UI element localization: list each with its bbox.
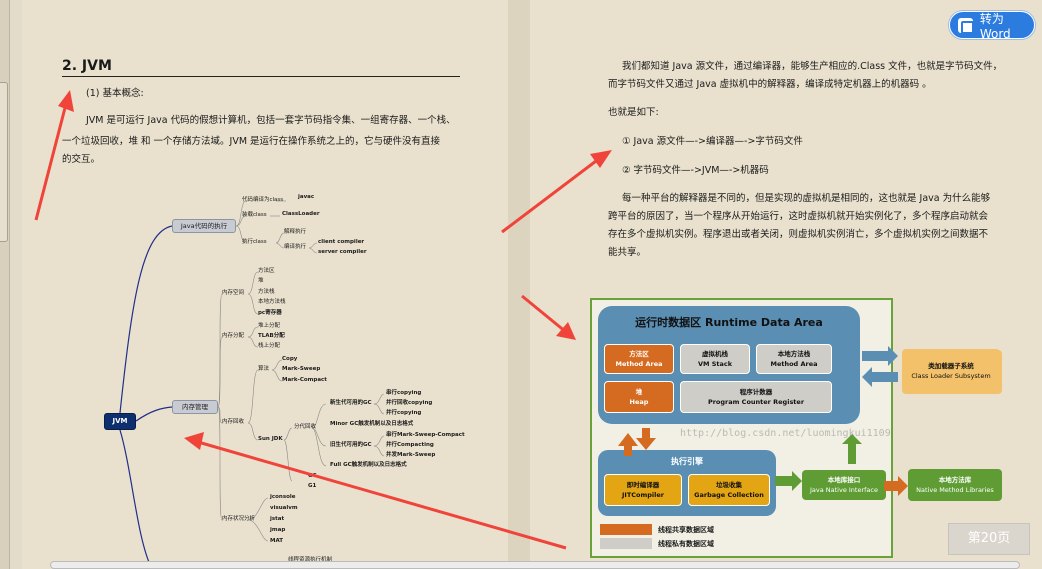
mm-leaf: 方法区: [258, 268, 275, 274]
mm-leaf: 解释执行: [284, 229, 307, 235]
word-icon: [958, 17, 974, 34]
mm-label: 新生代可用的GC: [330, 400, 372, 406]
arrow-down-orange: [636, 428, 656, 450]
mindmap-connectors: [119, 200, 385, 569]
convert-to-word-label: 转为Word: [979, 11, 1011, 41]
mm-label: 内存状况分析: [222, 516, 256, 522]
mm-leaf: 栈上分配: [258, 343, 281, 349]
mm-label: 内存回收: [222, 419, 245, 425]
mm-leaf: Copy: [282, 356, 298, 362]
mm-leaf: 本地方法栈: [258, 299, 286, 305]
mm-leaf: javac: [298, 194, 315, 200]
blog-watermark: http://blog.csdn.net/luomingkui1109: [680, 428, 891, 439]
jvm-mindmap: JVM Java代码的执行 内存管理 代码编译为class 装载class 执行…: [22, 0, 508, 569]
convert-to-word-button[interactable]: 转为Word: [949, 11, 1035, 41]
arrow-left-from-loader: [862, 367, 898, 387]
mm-leaf: client compiler: [318, 239, 365, 245]
mm-leaf: ClassLoader: [282, 211, 320, 217]
mm-leaf: MAT: [270, 538, 284, 544]
mm-label: 分代回收: [294, 424, 317, 430]
arrow-up-orange: [618, 433, 638, 456]
right-document-page: 我们都知道 Java 源文件，通过编译器，能够生产相应的.Class 文件，也就…: [530, 0, 1042, 569]
mm-label: Sun JDK: [258, 436, 283, 442]
mm-leaf: 串行copying: [386, 390, 422, 396]
mm-label: 内存空间: [222, 290, 245, 296]
sidebar-toggle-tab[interactable]: [0, 82, 8, 242]
arrow-to-native-libs: [884, 476, 908, 496]
mm-leaf: GC: [308, 473, 317, 479]
mm-leaf: 并行Compacting: [386, 442, 434, 448]
mm-leaf: Minor GC触发机制以及日志格式: [330, 421, 414, 427]
mm-label: 内存分配: [222, 333, 245, 339]
mm-leaf: TLAB分配: [258, 333, 285, 339]
page-number-badge: 第20页: [948, 523, 1030, 555]
arrow-right-to-loader: [862, 346, 898, 366]
mm-leaf: 方法栈: [258, 289, 275, 295]
page-gutter: [508, 0, 530, 569]
left-document-page: 2. JVM (1) 基本概念: JVM 是可运行 Java 代码的假想计算机，…: [22, 0, 508, 569]
mm-leaf: jstat: [270, 516, 285, 522]
mm-leaf: 并行回收copying: [386, 400, 433, 406]
horizontal-scrollbar[interactable]: [50, 561, 1020, 569]
mm-leaf: 串行Mark-Sweep-Compact: [386, 432, 465, 438]
mm-leaf: Full GC触发机制以及日志格式: [330, 462, 407, 468]
mm-label: 旧生代可用的GC: [330, 442, 372, 448]
mm-leaf: 堆: [258, 278, 264, 284]
mm-label: 执行class: [242, 239, 267, 245]
mm-leaf: pc寄存器: [258, 310, 282, 316]
mm-leaf: 并发Mark-Sweep: [386, 452, 436, 458]
mm-leaf: G1: [308, 483, 317, 489]
mm-leaf: Mark-Sweep: [282, 366, 321, 372]
mm-leaf: server compiler: [318, 249, 367, 255]
mm-label: 装载class: [242, 212, 267, 218]
mindmap-node-memory: 内存管理: [172, 400, 218, 414]
mm-leaf: jmap: [270, 527, 286, 533]
mm-label: 代码编译为class: [242, 197, 284, 203]
mm-leaf: 并行copying: [386, 410, 422, 416]
diagram-arrows: [618, 346, 908, 496]
mm-label: 算法: [258, 366, 270, 372]
arrow-to-native-interface: [775, 471, 802, 491]
mm-leaf: Mark-Compact: [282, 377, 327, 383]
mm-leaf: 堆上分配: [258, 323, 281, 329]
mm-leaf: jconsole: [270, 494, 296, 500]
mm-leaf: visualvm: [270, 505, 298, 511]
mindmap-node-java-exec: Java代码的执行: [172, 219, 236, 233]
mindmap-root-node: JVM: [104, 413, 136, 430]
mm-leaf: 编译执行: [284, 244, 307, 250]
